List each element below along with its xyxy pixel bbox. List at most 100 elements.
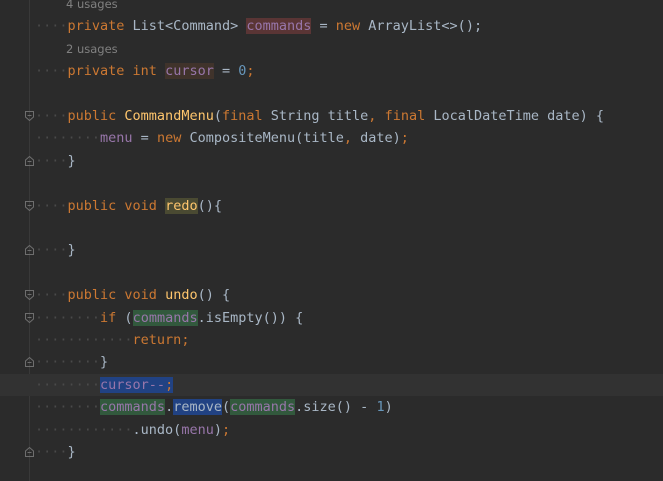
code-line[interactable]: ····} bbox=[0, 441, 663, 463]
code-text[interactable]: ····} bbox=[35, 150, 76, 172]
code-token[interactable]: private bbox=[68, 63, 133, 79]
code-token[interactable]: , bbox=[368, 108, 384, 124]
code-token[interactable]: ; bbox=[401, 130, 409, 146]
code-token[interactable]: void bbox=[124, 198, 165, 214]
code-token[interactable]: List<Command> bbox=[133, 18, 247, 34]
code-token[interactable]: cursor bbox=[165, 63, 214, 80]
code-token[interactable]: .isEmpty()) { bbox=[198, 310, 304, 326]
code-token[interactable]: .size() - bbox=[295, 399, 376, 415]
code-token[interactable]: commands bbox=[246, 18, 312, 35]
code-line[interactable]: ····public void undo() { bbox=[0, 284, 663, 306]
code-line[interactable] bbox=[0, 172, 663, 194]
code-text[interactable]: ········if (commands.isEmpty()) { bbox=[35, 307, 303, 329]
code-token[interactable]: , bbox=[344, 130, 360, 146]
code-token[interactable]: public bbox=[68, 287, 125, 303]
code-text[interactable]: ····public CommandMenu(final String titl… bbox=[35, 105, 604, 127]
code-text[interactable]: ········} bbox=[35, 351, 108, 373]
code-token[interactable]: public bbox=[68, 108, 125, 124]
code-token[interactable]: private bbox=[68, 18, 133, 34]
code-line[interactable] bbox=[0, 217, 663, 239]
code-token[interactable]: final bbox=[222, 108, 271, 124]
code-token[interactable]: } bbox=[100, 354, 108, 370]
fold-close-icon[interactable] bbox=[25, 447, 34, 457]
code-text[interactable]: ········cursor--; bbox=[35, 374, 174, 396]
code-line[interactable]: ····public CommandMenu(final String titl… bbox=[0, 105, 663, 127]
code-token[interactable]: menu bbox=[100, 130, 133, 146]
code-token[interactable]: commands bbox=[100, 399, 166, 416]
code-token[interactable]: () { bbox=[198, 287, 231, 303]
code-token[interactable]: void bbox=[124, 287, 165, 303]
code-token[interactable]: ) bbox=[214, 422, 222, 438]
code-token[interactable]: (){ bbox=[198, 198, 222, 214]
code-token[interactable]: ) bbox=[385, 399, 393, 415]
code-line[interactable]: ····public void redo(){ bbox=[0, 195, 663, 217]
code-text[interactable]: ············.undo(menu); bbox=[35, 419, 230, 441]
code-token[interactable]: int bbox=[133, 63, 166, 79]
code-token[interactable]: } bbox=[68, 153, 76, 169]
code-line[interactable]: ····private List<Command> commands = new… bbox=[0, 15, 663, 37]
code-token[interactable]: CompositeMenu(title bbox=[189, 130, 343, 146]
usages-hint[interactable]: 4 usages bbox=[0, 0, 663, 15]
code-line[interactable]: ········commands.remove(commands.size() … bbox=[0, 396, 663, 418]
code-token[interactable]: new bbox=[157, 130, 190, 146]
code-text[interactable]: ············return; bbox=[35, 329, 189, 351]
code-text[interactable]: ····private List<Command> commands = new… bbox=[35, 15, 482, 37]
code-token[interactable]: = bbox=[214, 63, 238, 79]
code-editor[interactable]: 4 usages ····private List<Command> comman… bbox=[0, 0, 663, 481]
fold-close-icon[interactable] bbox=[25, 357, 34, 368]
fold-open-icon[interactable] bbox=[25, 200, 34, 211]
code-token[interactable]: 1 bbox=[376, 399, 384, 415]
code-line[interactable] bbox=[0, 83, 663, 105]
code-token[interactable]: commands bbox=[132, 309, 198, 326]
code-token[interactable]: = bbox=[133, 130, 157, 146]
code-token[interactable]: = bbox=[311, 18, 335, 34]
code-token[interactable]: ; bbox=[222, 422, 230, 438]
code-text[interactable]: ····private int cursor = 0; bbox=[35, 60, 255, 82]
code-token[interactable]: .undo( bbox=[133, 422, 182, 438]
code-token[interactable]: commands bbox=[230, 399, 296, 416]
code-token[interactable]: final bbox=[385, 108, 434, 124]
code-token[interactable]: ( bbox=[222, 399, 230, 415]
code-token[interactable]: } bbox=[68, 242, 76, 258]
fold-open-icon[interactable] bbox=[25, 111, 34, 121]
code-token[interactable]: } bbox=[68, 444, 76, 460]
code-line[interactable]: ····} bbox=[0, 239, 663, 261]
fold-close-icon[interactable] bbox=[25, 245, 34, 256]
code-token[interactable]: menu bbox=[181, 422, 214, 438]
code-token[interactable]: CommandMenu bbox=[124, 108, 213, 124]
code-token[interactable]: cursor-- bbox=[100, 376, 166, 393]
code-text[interactable]: ········commands.remove(commands.size() … bbox=[35, 396, 393, 418]
usages-label[interactable]: 2 usages bbox=[66, 38, 118, 60]
fold-close-icon[interactable] bbox=[25, 155, 34, 166]
code-token[interactable]: new bbox=[336, 18, 369, 34]
code-line[interactable]: ············return; bbox=[0, 329, 663, 351]
code-token[interactable]: ArrayList<>(); bbox=[368, 18, 482, 34]
code-line[interactable]: ····} bbox=[0, 150, 663, 172]
code-text[interactable]: ····} bbox=[35, 441, 76, 463]
code-text[interactable]: ····public void undo() { bbox=[35, 284, 230, 306]
usages-label[interactable]: 4 usages bbox=[66, 0, 118, 15]
code-token[interactable]: public bbox=[68, 198, 125, 214]
code-token[interactable]: if bbox=[100, 310, 124, 326]
code-line[interactable]: ········menu = new CompositeMenu(title, … bbox=[0, 127, 663, 149]
code-line[interactable]: ········} bbox=[0, 351, 663, 373]
code-line[interactable]: ········if (commands.isEmpty()) { bbox=[0, 307, 663, 329]
code-token[interactable]: ( bbox=[124, 310, 132, 326]
code-line[interactable]: ············.undo(menu); bbox=[0, 419, 663, 441]
usages-hint[interactable]: 2 usages bbox=[0, 38, 663, 60]
code-line[interactable]: ····private int cursor = 0; bbox=[0, 60, 663, 82]
code-text[interactable]: ····} bbox=[35, 239, 76, 261]
code-token[interactable]: ( bbox=[214, 108, 222, 124]
code-text[interactable]: ········menu = new CompositeMenu(title, … bbox=[35, 127, 409, 149]
code-token[interactable]: . bbox=[165, 399, 173, 415]
fold-open-icon[interactable] bbox=[25, 290, 34, 301]
code-line[interactable] bbox=[0, 262, 663, 284]
fold-open-icon[interactable] bbox=[25, 312, 34, 323]
code-token[interactable]: return; bbox=[133, 332, 190, 348]
code-line[interactable]: ········cursor--; bbox=[0, 373, 663, 396]
code-token[interactable]: undo bbox=[165, 287, 198, 303]
code-token[interactable]: remove bbox=[173, 399, 222, 416]
code-token[interactable]: ; bbox=[165, 376, 174, 393]
code-token[interactable]: LocalDateTime date) { bbox=[433, 108, 604, 124]
code-token[interactable]: ; bbox=[246, 63, 254, 79]
